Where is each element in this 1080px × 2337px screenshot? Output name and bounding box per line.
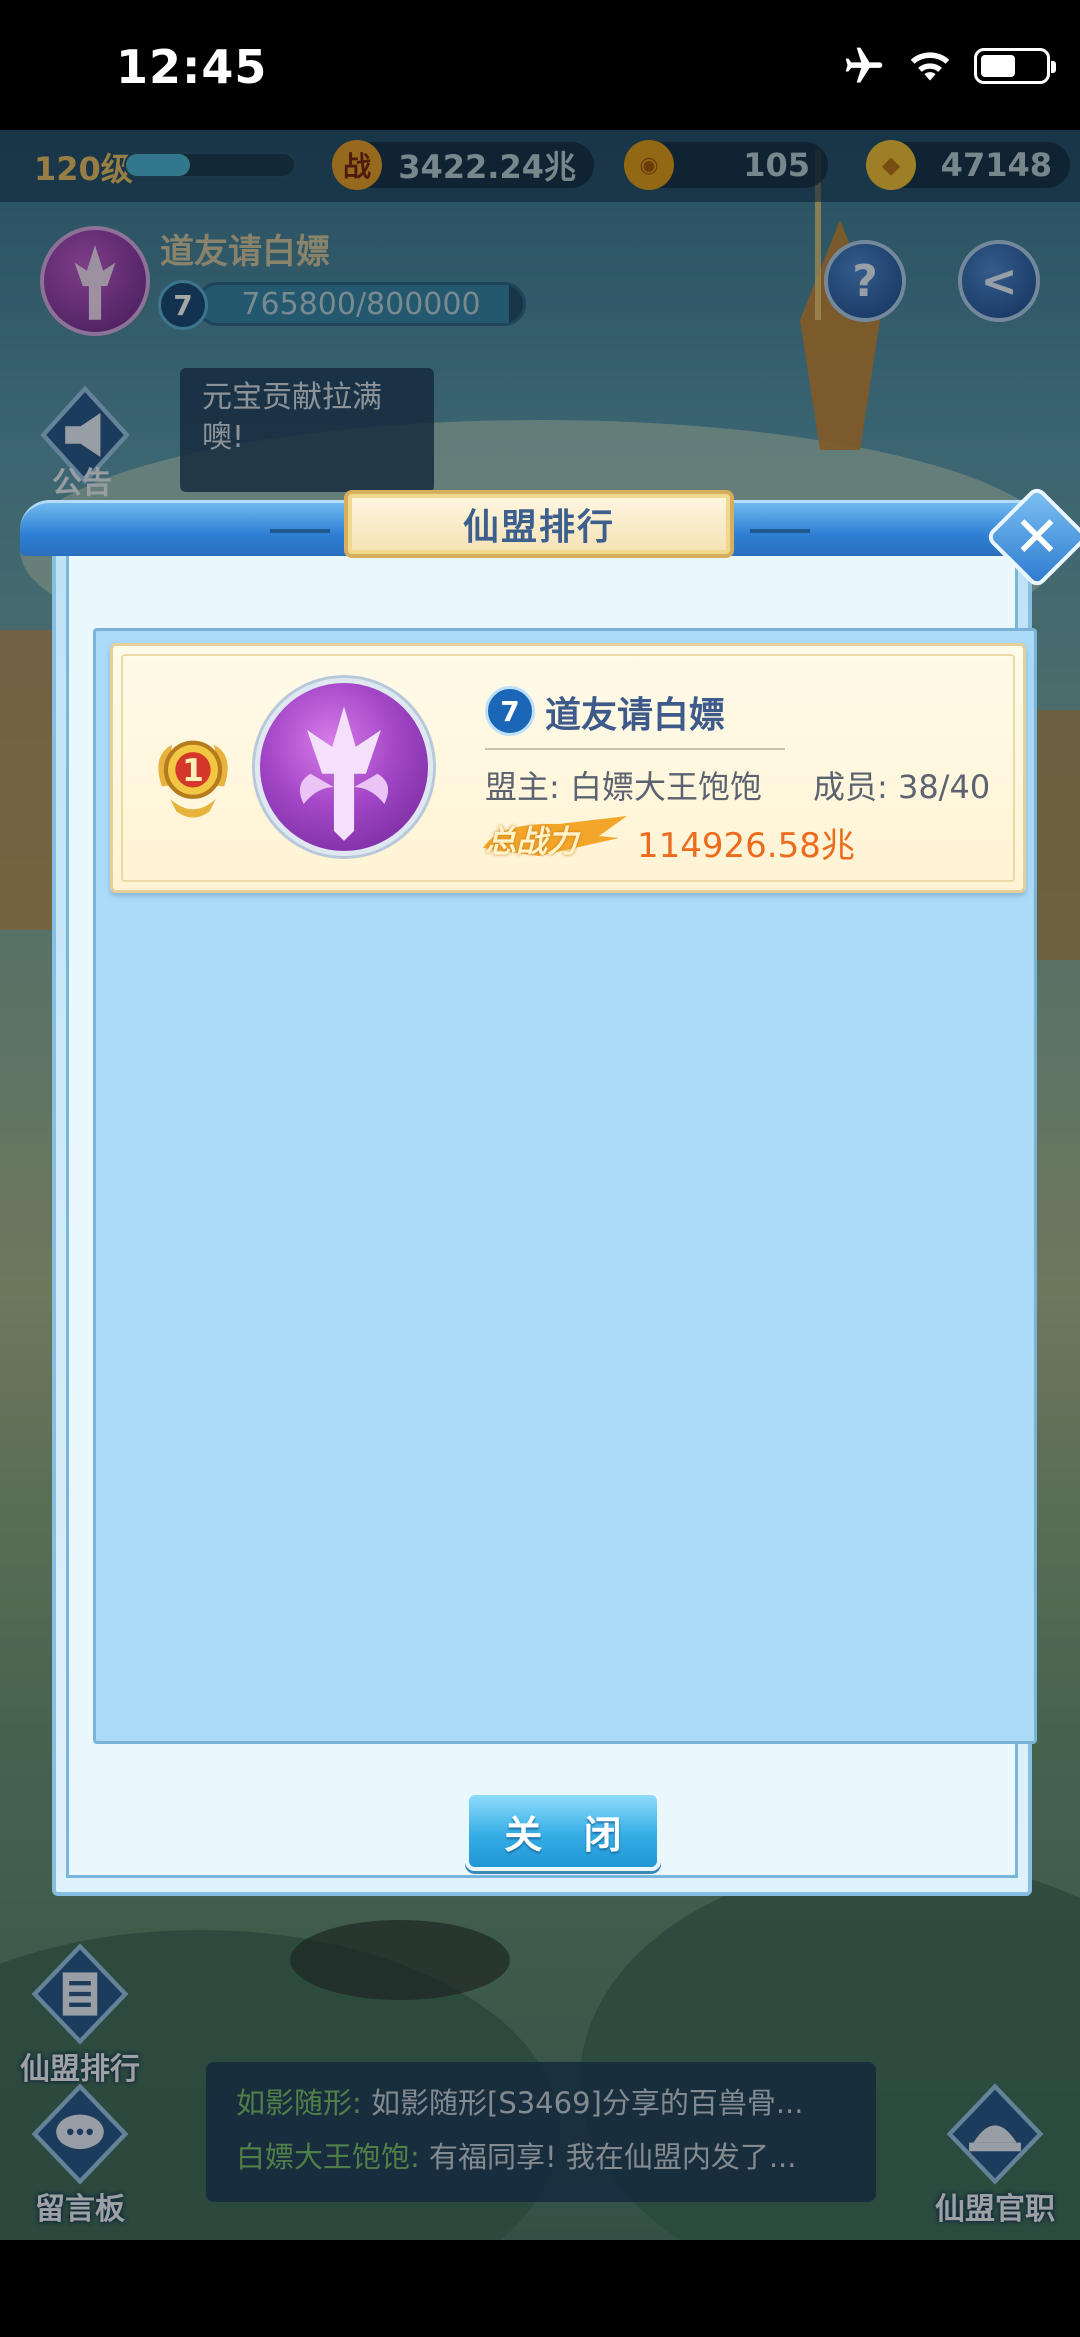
alliance-name: 道友请白嫖 xyxy=(545,695,726,736)
total-power-label: 总战力 xyxy=(485,824,578,860)
sword-emblem-icon xyxy=(299,706,389,841)
battery-icon xyxy=(974,48,1056,84)
status-bar: 12:45 xyxy=(0,0,1080,130)
alliance-level-badge: 7 xyxy=(485,686,535,736)
alliance-avatar[interactable] xyxy=(255,678,433,856)
close-icon[interactable]: ✕ xyxy=(1000,500,1074,574)
wifi-icon xyxy=(910,52,950,81)
ranking-row[interactable]: 1 7 道友请白嫖 盟主: 白嫖大王饱饱 成员: 38/40 总战力 11492… xyxy=(110,643,1026,893)
divider xyxy=(485,748,785,750)
alliance-leader: 盟主: 白嫖大王饱饱 xyxy=(485,768,762,806)
close-button[interactable]: 关 闭 xyxy=(465,1791,661,1871)
dialog-title: 仙盟排行 xyxy=(462,507,615,548)
home-indicator-area xyxy=(0,2240,1080,2337)
alliance-ranking-dialog: 1 7 道友请白嫖 盟主: 白嫖大王饱饱 成员: 38/40 总战力 11492… xyxy=(20,484,1080,1896)
dialog-inner-frame: 1 7 道友请白嫖 盟主: 白嫖大王饱饱 成员: 38/40 总战力 11492… xyxy=(66,550,1037,1878)
rank-medal-icon: 1 xyxy=(158,740,228,818)
status-time: 12:45 xyxy=(116,40,268,94)
alliance-members: 成员: 38/40 xyxy=(813,768,991,806)
screen: 12:45 120级 战 3422.24兆 ◉ 105 ◆ 47148 道友请白… xyxy=(0,0,1080,2337)
total-power-value: 114926.58兆 xyxy=(637,826,855,866)
ranking-list[interactable]: 1 7 道友请白嫖 盟主: 白嫖大王饱饱 成员: 38/40 总战力 11492… xyxy=(93,628,1037,1744)
airplane-icon xyxy=(845,47,883,83)
status-icons xyxy=(842,44,1056,88)
rank-number: 1 xyxy=(182,753,204,789)
dialog-title-plate: 仙盟排行 xyxy=(344,490,734,558)
